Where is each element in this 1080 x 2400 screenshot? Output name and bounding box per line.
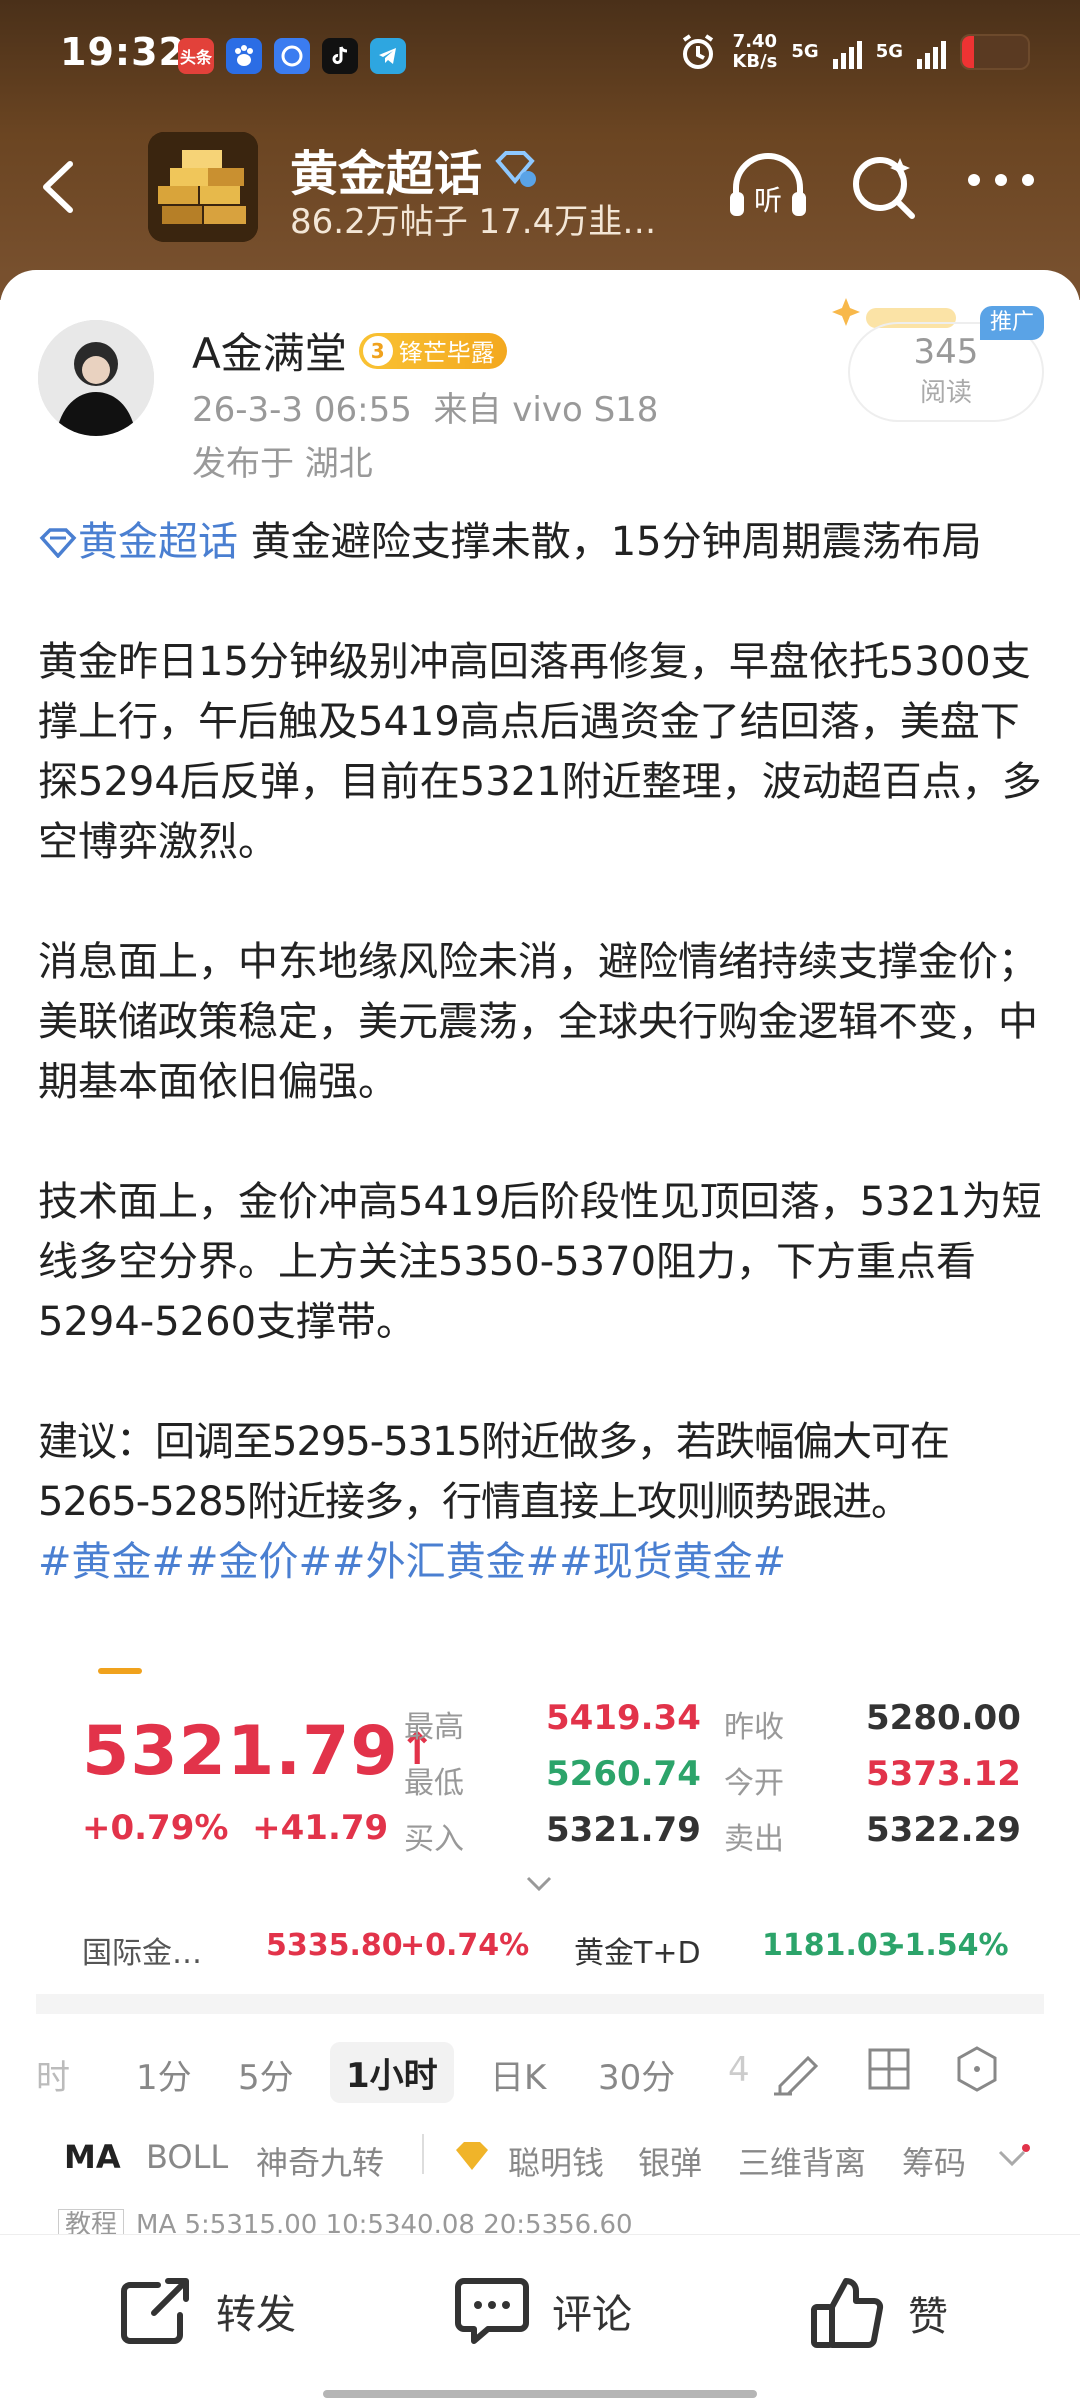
net-speed: 7.40 KB/s	[732, 31, 778, 72]
signal-icon	[832, 35, 862, 69]
home-indicator[interactable]	[323, 2390, 757, 2398]
group-avatar[interactable]	[148, 132, 258, 242]
post-paragraph: 消息面上，中东地缘风险未消，避险情绪持续支撑金价；美联储政策稳定，美元震荡，全球…	[38, 939, 1038, 1105]
more-dots-icon	[968, 174, 1034, 186]
comment-button[interactable]: 评论	[454, 2275, 632, 2347]
sim1-label: 5G	[791, 41, 819, 62]
thumbs-up-icon	[811, 2278, 884, 2348]
top-nav: 黄金超话 86.2万帖子 17.4万韭… 听	[0, 120, 1080, 250]
bid-value: 5321.79	[546, 1810, 701, 1850]
tab-timeframe[interactable]: 30分	[598, 2050, 675, 2099]
low-value: 5260.74	[546, 1754, 701, 1794]
battery-icon	[960, 34, 1030, 70]
price-change: +0.79% +41.79	[82, 1808, 389, 1848]
topic-link[interactable]: 黄金超话	[38, 519, 238, 565]
indicator-bar: MA BOLL 神奇九转 聪明钱 银弹 三维背离 筹码	[0, 2126, 1080, 2196]
tab-timeframe[interactable]: 日K	[490, 2050, 546, 2099]
toutiao-icon: 头条	[178, 38, 214, 74]
telegram-icon	[370, 38, 406, 74]
topic-diamond-icon	[39, 528, 77, 559]
indicator-tab[interactable]: 神奇九转	[256, 2138, 384, 2184]
quote-labels-left: 最高 最低 买入	[404, 1710, 464, 1857]
signal-icon	[917, 35, 946, 69]
browser-icon	[274, 38, 310, 74]
level-badge[interactable]: 3 锋芒毕露	[358, 332, 507, 369]
share-icon	[121, 2278, 189, 2344]
indicator-tab[interactable]: 筹码	[902, 2138, 966, 2184]
baidu-icon	[226, 38, 262, 74]
gold-diamond-icon	[456, 2142, 488, 2170]
tab-timeframe[interactable]: 5分	[238, 2050, 294, 2099]
back-arrow-icon[interactable]	[38, 160, 78, 214]
indicator-tab[interactable]: BOLL	[146, 2138, 228, 2176]
high-value: 5419.34	[546, 1698, 701, 1738]
indicator-tab[interactable]: MA	[64, 2138, 121, 2176]
listen-button[interactable]: 听	[726, 152, 810, 226]
promo-tag: 推广	[980, 306, 1044, 340]
related-tickers: 国际金… 5335.80 +0.74% 黄金T+D 1181.03 -1.54%	[82, 1928, 1009, 1971]
tab-timeframe[interactable]: 时	[36, 2050, 70, 2099]
tab-timeframe[interactable]: 1分	[136, 2050, 192, 2099]
post-title: 黄金超话 黄金避险支撑未散，15分钟周期震荡布局	[38, 512, 1048, 572]
settings-hexagon-icon[interactable]	[952, 2044, 1002, 2094]
indicator-tab[interactable]: 三维背离	[738, 2138, 866, 2184]
ask-value: 5322.29	[866, 1810, 1021, 1850]
post-body: 黄金超话 黄金避险支撑未散，15分钟周期震荡布局 黄金昨日15分钟级别冲高回落再…	[38, 512, 1048, 1592]
chevron-down-icon[interactable]	[996, 2144, 1032, 2174]
diamond-badge-icon	[495, 151, 537, 187]
tab-timeframe-active[interactable]: 1小时	[330, 2042, 454, 2103]
author-name-row: A金满堂 3 锋芒毕露	[192, 320, 507, 381]
section-divider	[36, 1994, 1044, 2014]
current-price: 5321.79↑	[82, 1712, 437, 1791]
drawing-tool-icon[interactable]	[770, 2044, 830, 2098]
author-name[interactable]: A金满堂	[192, 320, 347, 381]
alarm-icon	[683, 34, 714, 69]
post-location: 发布于 湖北	[192, 444, 373, 484]
quote-values-left: 5419.34 5260.74 5321.79	[546, 1698, 701, 1866]
open-value: 5373.12	[866, 1754, 1021, 1794]
group-subtitle: 86.2万帖子 17.4万韭…	[290, 202, 657, 242]
post-advice: 建议：回调至5295-5315附近做多，若跌幅偏大可在5265-5285附近接多…	[38, 1419, 950, 1525]
sim2-label: 5G	[875, 41, 903, 62]
like-button[interactable]: 赞	[810, 2275, 948, 2351]
indicator-tab[interactable]: 聪明钱	[508, 2138, 604, 2184]
quote-labels-right: 昨收 今开 卖出	[724, 1710, 784, 1857]
bottom-action-bar: 转发 评论 赞	[0, 2234, 1080, 2400]
status-right: 7.40 KB/s 5G 5G	[678, 32, 1030, 72]
timeframe-bar: 时 1分 5分 1小时 日K 30分 4	[0, 2020, 1080, 2120]
widget-tab-indicator	[98, 1668, 142, 1674]
post-paragraph: 技术面上，金价冲高5419后阶段性见顶回落，5321为短线多空分界。上方关注53…	[38, 1179, 1042, 1345]
post-hashtags[interactable]: #黄金##金价##外汇黄金##现货黄金#	[38, 1532, 1048, 1592]
svg-text:听: 听	[754, 184, 782, 217]
headphones-icon: 听	[730, 153, 806, 217]
quote-values-right: 5280.00 5373.12 5322.29	[866, 1698, 1021, 1866]
notification-icons: 头条	[178, 38, 406, 74]
more-button[interactable]	[966, 170, 1036, 194]
comment-icon	[455, 2278, 529, 2344]
tab-timeframe[interactable]: 4	[728, 2050, 750, 2090]
grid-layout-icon[interactable]	[864, 2044, 914, 2094]
post-meta: 26-3-3 06:55 来自 vivo S18	[192, 390, 659, 430]
indicator-tab[interactable]: 银弹	[638, 2138, 702, 2184]
author-avatar[interactable]	[38, 320, 154, 436]
divider	[422, 2134, 424, 2174]
post-paragraph: 黄金昨日15分钟级别冲高回落再修复，早盘依托5300支撑上行，午后触及5419高…	[38, 639, 1042, 865]
expand-chevron-icon[interactable]	[524, 1874, 554, 1894]
search-button[interactable]	[850, 152, 920, 226]
clock: 19:32	[60, 30, 186, 74]
status-bar: 19:32 头条 7.40 KB/s 5G 5G	[0, 0, 1080, 110]
tiktok-icon	[322, 38, 358, 74]
repost-button[interactable]: 转发	[118, 2275, 296, 2347]
weibo-post-screen: { "status_bar": { "time": "19:32", "net_…	[0, 0, 1080, 2400]
prev-close-value: 5280.00	[866, 1698, 1021, 1738]
search-icon	[853, 157, 915, 219]
